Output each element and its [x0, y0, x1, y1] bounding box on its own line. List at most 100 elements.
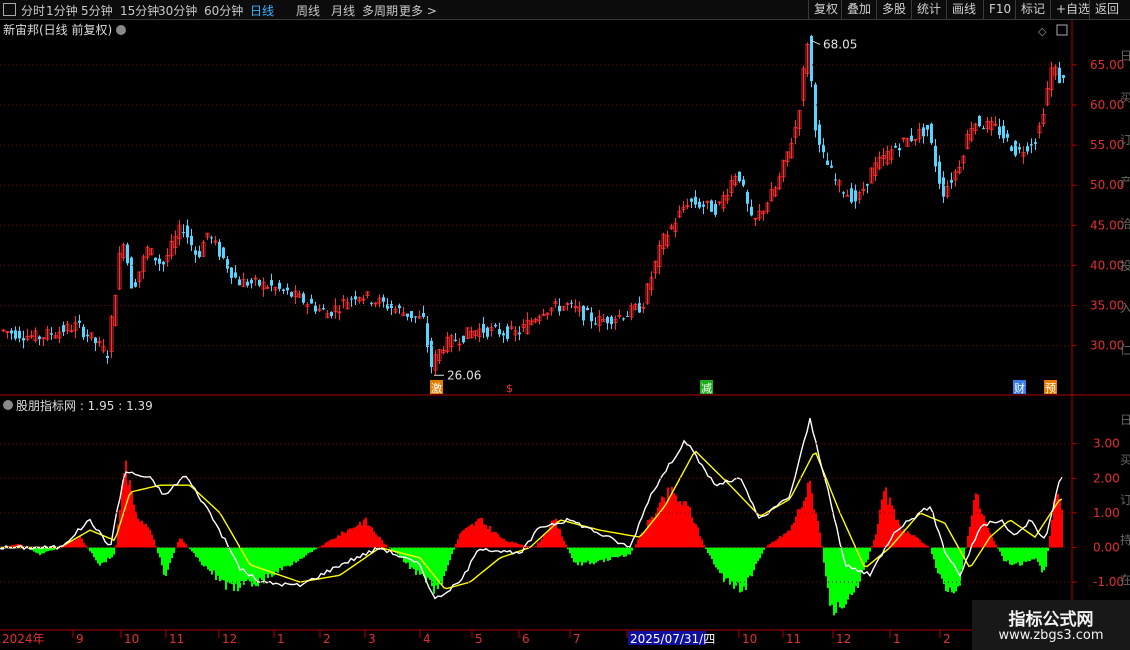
date-label: 1 — [893, 632, 901, 646]
event-marker-3[interactable]: 财 — [1014, 381, 1025, 395]
candle-body — [814, 84, 817, 131]
candle-body — [834, 179, 837, 181]
candle-body — [1058, 67, 1061, 84]
period-tab-5[interactable]: 60分钟 — [204, 2, 243, 19]
candle-body — [570, 302, 573, 304]
candle-body — [926, 125, 929, 130]
date-label: 5 — [475, 632, 483, 646]
candle-body — [382, 297, 385, 302]
indicator-tick-label: 0.00 — [1093, 541, 1120, 555]
event-marker-0[interactable]: 激 — [431, 381, 442, 395]
chevron-down-icon[interactable] — [116, 25, 126, 35]
candle-body — [854, 190, 857, 202]
period-tab-8[interactable]: 月线 — [331, 2, 355, 19]
right-axis-partial: 仁 — [1120, 343, 1130, 357]
candle-body — [698, 201, 701, 208]
candle-body — [162, 261, 165, 265]
candle-body — [94, 337, 97, 344]
indicator-right-axis-partial: 持 — [1120, 532, 1130, 547]
date-label: 10 — [124, 632, 139, 646]
period-tab-0[interactable]: 分时 — [21, 2, 45, 19]
event-marker-2[interactable]: 减 — [701, 382, 712, 395]
candle-body — [558, 305, 561, 312]
period-tab-6[interactable]: 日线 — [250, 2, 274, 19]
date-label: 3 — [368, 632, 376, 646]
candle-body — [290, 292, 293, 297]
toolbar-button-4[interactable]: 画线 — [946, 0, 981, 19]
date-label: 11 — [169, 632, 184, 646]
candle-body — [950, 179, 953, 183]
candle-body — [850, 188, 853, 203]
candle-body — [194, 250, 197, 255]
candlestick-panel[interactable]: 新宙邦(日线 前复权) ◇ 68.05 26.06 激 $ 减 财 预 — [1, 22, 1068, 395]
candle-body — [702, 204, 705, 207]
period-tab-1[interactable]: 1分钟 — [46, 2, 78, 19]
indicator-right-axis-partial: 订 — [1120, 493, 1130, 507]
candle-body — [910, 135, 913, 141]
period-tab-7[interactable]: 周线 — [296, 2, 320, 19]
watermark-logo: 指标公式网 www.zbgs3.com — [972, 600, 1130, 650]
indicator-right-axis-partial: 在 — [1120, 573, 1130, 587]
toolbar-button-6[interactable]: 标记 — [1015, 0, 1050, 19]
window-toggle-icon[interactable] — [1056, 24, 1068, 36]
candle-body — [738, 171, 741, 182]
right-axis-partial: 买 — [1120, 91, 1130, 105]
toolbar-button-3[interactable]: 统计 — [911, 0, 946, 19]
candle-body — [810, 35, 813, 82]
watermark-url: www.zbgs3.com — [998, 628, 1104, 643]
menu-square-icon[interactable] — [3, 3, 16, 16]
candle-body — [330, 311, 333, 316]
candle-body — [158, 258, 161, 264]
candle-body — [198, 251, 201, 258]
event-marker-1[interactable]: $ — [506, 382, 513, 395]
candle-body — [282, 289, 285, 292]
toolbar-button-1[interactable]: 叠加 — [841, 0, 876, 19]
period-tab-10[interactable]: 更多 > — [399, 2, 437, 19]
candle-body — [210, 237, 213, 239]
toolbar-button-8[interactable]: 返回 — [1089, 0, 1124, 19]
candle-body — [250, 279, 253, 284]
indicator-panel[interactable]: 股朋指标网 : 1.95 : 1.39 — [0, 398, 1063, 616]
candle-body — [750, 206, 753, 216]
toolbar-button-5[interactable]: F10 — [983, 0, 1016, 19]
period-tab-9[interactable]: 多周期 — [362, 2, 398, 19]
candle-body — [502, 333, 505, 336]
right-axis-partial: 洽 — [1120, 217, 1130, 231]
candle-body — [86, 334, 89, 337]
period-tab-2[interactable]: 5分钟 — [81, 2, 113, 19]
indicator-tick-label: 2.00 — [1093, 471, 1120, 485]
period-tab-3[interactable]: 15分钟 — [120, 2, 159, 19]
candle-body — [626, 315, 629, 317]
candle-body — [690, 198, 693, 202]
candle-body — [714, 203, 717, 215]
candle-body — [14, 330, 17, 339]
candle-body — [238, 279, 241, 286]
candle-body — [582, 305, 585, 321]
candle-body — [694, 196, 697, 205]
high-annotation: 68.05 — [823, 37, 857, 51]
period-tab-4[interactable]: 30分钟 — [158, 2, 197, 19]
candle-body — [18, 330, 21, 339]
event-marker-4[interactable]: 预 — [1045, 382, 1056, 395]
candle-body — [842, 192, 845, 194]
candle-body — [226, 259, 229, 269]
date-label: 2024年 — [2, 632, 45, 646]
right-axis-partial: 订 — [1120, 133, 1130, 147]
candle-body — [314, 305, 317, 312]
candle-body — [130, 257, 133, 289]
stock-title: 新宙邦(日线 前复权) — [3, 22, 112, 37]
candle-body — [1010, 146, 1013, 151]
candle-body — [1014, 141, 1017, 156]
diamond-icon[interactable]: ◇ — [1038, 25, 1047, 38]
candle-body — [50, 333, 53, 335]
date-label: 10 — [742, 632, 757, 646]
indicator-menu-icon[interactable] — [3, 400, 13, 410]
candle-body — [710, 200, 713, 212]
candle-body — [610, 316, 613, 325]
toolbar-button-2[interactable]: 多股 — [876, 0, 911, 19]
toolbar-button-0[interactable]: 复权 — [808, 0, 843, 19]
indicator-tick-label: 1.00 — [1093, 506, 1120, 520]
date-label: 9 — [76, 632, 84, 646]
candle-body — [454, 339, 457, 341]
period-toolbar: 分时 1分钟 5分钟 15分钟 30分钟 60分钟 日线 周线 月线 多周期 更多 > 复权 叠加 多股统… — [0, 0, 1130, 20]
